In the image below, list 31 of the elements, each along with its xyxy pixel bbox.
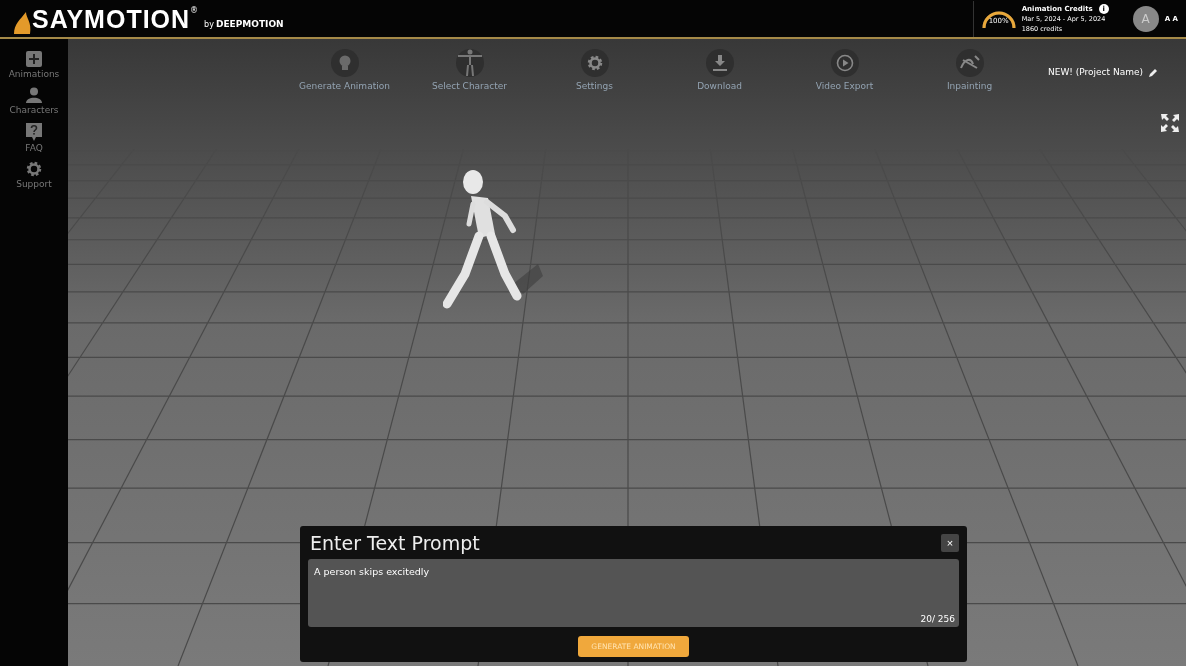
registered-mark: ® — [190, 5, 199, 15]
credits-gauge — [981, 9, 1016, 28]
t-pose-figure-icon — [456, 49, 483, 77]
lightbulb-icon — [337, 55, 352, 71]
byline-text: by — [204, 19, 214, 29]
user-avatar[interactable]: A — [1132, 5, 1159, 32]
character-counter: 20/ 256 — [920, 614, 955, 624]
sidebar-item[interactable]: Animations — [8, 51, 60, 79]
play-circle-icon — [835, 54, 854, 72]
person-icon — [26, 87, 42, 103]
plus-icon — [26, 51, 42, 67]
sidebar-item[interactable]: Characters — [9, 87, 59, 115]
toolbar-button[interactable]: Inpainting — [907, 49, 1032, 91]
fullscreen-icon[interactable] — [1160, 113, 1180, 133]
gear-icon — [26, 161, 42, 177]
dialog-title: Enter Text Prompt — [310, 531, 480, 554]
settings-icon — [586, 55, 603, 71]
toolbar-button[interactable]: Download — [657, 49, 782, 91]
toolbar-button[interactable]: Settings — [532, 49, 657, 91]
question-icon — [26, 123, 42, 141]
download-icon — [712, 55, 727, 71]
sidebar-item[interactable]: FAQ — [25, 123, 43, 153]
project-name: NEW! (Project Name) — [1048, 67, 1143, 77]
toolbar-button[interactable]: Select Character — [407, 49, 532, 91]
logo-text: SAYMOTION — [32, 3, 191, 34]
toolbar-button[interactable]: Generate Animation — [282, 49, 407, 91]
pencil-icon[interactable] — [1149, 67, 1158, 77]
close-button[interactable]: × — [941, 533, 959, 552]
brand-text: DEEPMOTION — [215, 18, 284, 29]
toolbar-button[interactable]: Video Export — [782, 49, 907, 91]
sidebar-item[interactable]: Support — [16, 161, 52, 189]
